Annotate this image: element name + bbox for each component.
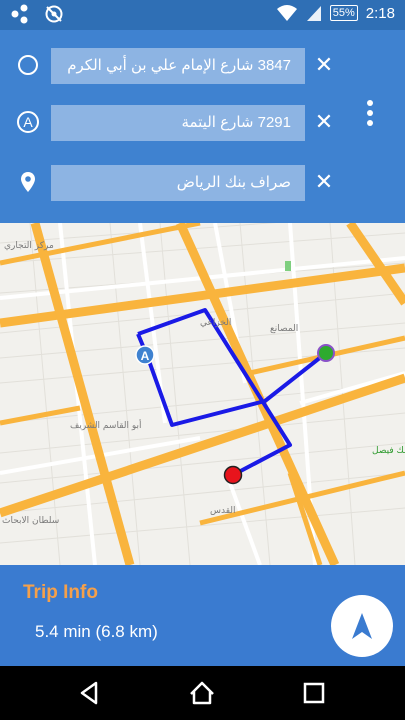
share-nodes-icon xyxy=(11,4,28,24)
destination-field[interactable]: صراف بنك الرياض xyxy=(51,165,305,201)
park-area xyxy=(285,261,291,271)
route-panel: 3847 شارع الإمام علي بن أبي الكرم ✕ A 72… xyxy=(0,30,405,223)
map-canvas[interactable]: A مركز التجاري الخزاعي المصانع أبو القاس… xyxy=(0,223,405,565)
back-icon[interactable] xyxy=(76,679,104,707)
destination-pin-icon xyxy=(21,172,35,192)
map-label-bottom-left: سلطان الابحاث xyxy=(2,516,59,526)
map-view[interactable]: A مركز التجاري الخزاعي المصانع أبو القاس… xyxy=(0,223,405,565)
map-label-bottom-right: الملك فيصل xyxy=(372,446,405,456)
trip-info-title: Trip Info xyxy=(23,582,98,603)
origin-circle-icon xyxy=(18,55,38,75)
status-bar: 55% 2:18 xyxy=(0,0,405,30)
start-navigation-button[interactable] xyxy=(331,595,393,657)
clear-origin-button[interactable]: ✕ xyxy=(313,51,335,79)
system-nav-bar xyxy=(0,666,405,720)
waypoint-a-icon: A xyxy=(17,111,39,133)
no-sync-icon xyxy=(45,5,63,23)
map-label-upper-center: الخزاعي xyxy=(200,318,231,328)
map-label-left-mid: أبو القاسم الشريف xyxy=(70,419,142,431)
map-label-top-left: مركز التجاري xyxy=(4,241,54,251)
clear-destination-button[interactable]: ✕ xyxy=(313,168,335,196)
waypoint-row: A 7291 شارع اليتمة ✕ xyxy=(0,102,405,142)
trip-stats: 5.4 min (6.8 km) xyxy=(35,622,158,641)
destination-row: صراف بنك الرياض ✕ xyxy=(0,162,405,202)
trip-info-panel: Trip Info 5.4 min (6.8 km) xyxy=(0,565,405,666)
cell-signal-icon xyxy=(306,6,321,21)
end-marker[interactable] xyxy=(223,465,243,485)
origin-row: 3847 شارع الإمام علي بن أبي الكرم ✕ xyxy=(0,45,405,85)
waypoint-marker-letter: A xyxy=(23,114,33,130)
battery-level: 55% xyxy=(329,5,358,21)
clock: 2:18 xyxy=(365,4,395,22)
wifi-icon xyxy=(276,5,297,21)
map-label-bottom-center: القدس xyxy=(210,506,236,516)
navigation-arrow-icon xyxy=(352,613,372,639)
map-label-right-mid: المصانع xyxy=(270,324,298,334)
start-marker[interactable] xyxy=(317,344,335,362)
origin-field[interactable]: 3847 شارع الإمام علي بن أبي الكرم xyxy=(51,48,305,84)
clear-waypoint-button[interactable]: ✕ xyxy=(313,108,335,136)
more-options-icon[interactable] xyxy=(360,98,380,128)
home-icon[interactable] xyxy=(188,679,216,707)
waypoint-a-marker[interactable]: A xyxy=(135,345,155,365)
recent-apps-icon[interactable] xyxy=(300,679,328,707)
map-waypoint-letter: A xyxy=(141,349,150,363)
waypoint-field[interactable]: 7291 شارع اليتمة xyxy=(51,105,305,141)
